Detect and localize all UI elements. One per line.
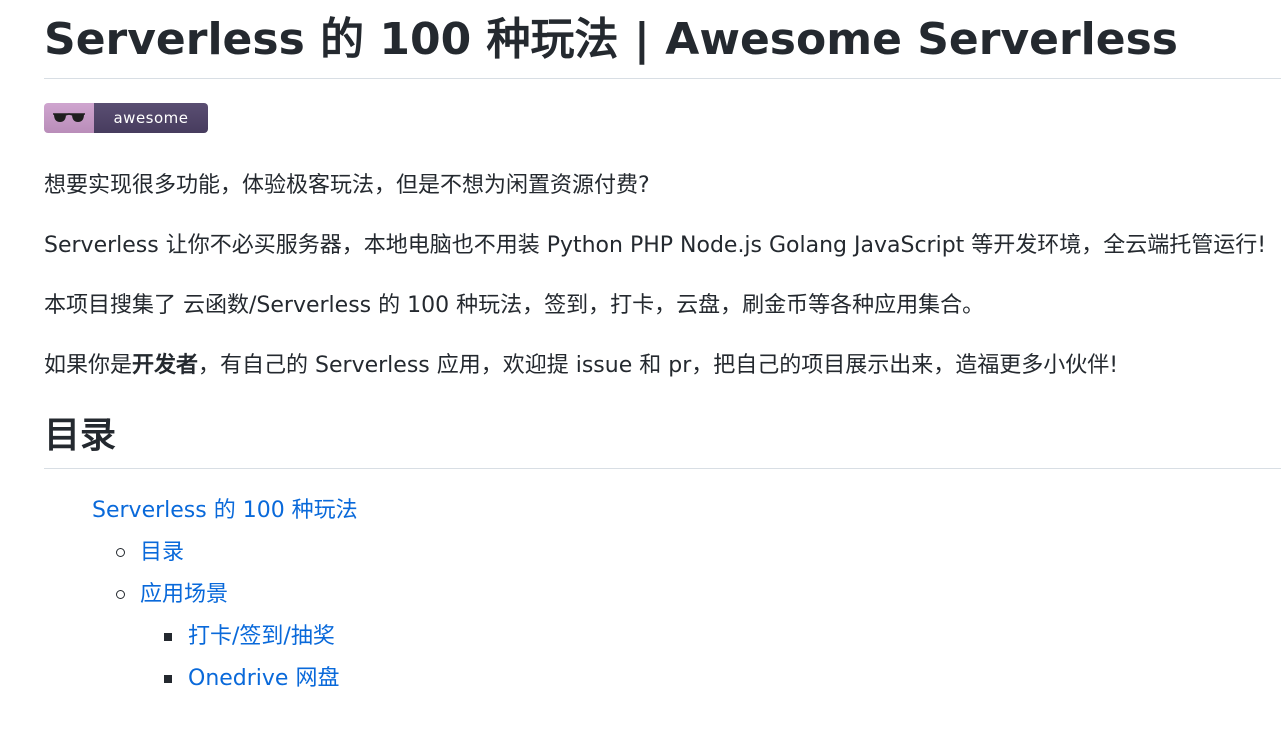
toc-heading: 目录 (44, 414, 1281, 469)
bullet-circle-icon (116, 548, 125, 557)
bullet-square-icon (164, 675, 172, 683)
badge-label: awesome (94, 103, 208, 133)
toc-link-onedrive[interactable]: Onedrive 网盘 (188, 666, 339, 691)
toc-item-level2: 应用场景 打卡/签到/抽奖 Onedrive 网盘 (116, 577, 1281, 697)
toc-list: Serverless 的 100 种玩法 目录 应用场景 打卡/签到/抽奖 On… (44, 493, 1281, 697)
intro-paragraph-3: 本项目搜集了 云函数/Serverless 的 100 种玩法，签到，打卡，云盘… (44, 293, 985, 318)
toc-item-level3: 打卡/签到/抽奖 (164, 619, 1281, 655)
toc-link-catalog[interactable]: 目录 (140, 540, 184, 565)
bullet-square-icon (164, 633, 172, 641)
readme-page: Serverless 的 100 种玩法 | Awesome Serverles… (0, 0, 1287, 731)
awesome-badge[interactable]: awesome (44, 103, 208, 133)
toc-link-checkin[interactable]: 打卡/签到/抽奖 (188, 624, 335, 649)
developer-bold-text: 开发者 (132, 353, 199, 378)
bullet-circle-icon (116, 590, 125, 599)
paragraph-4-text-after: ，有自己的 Serverless 应用，欢迎提 issue 和 pr，把自己的项… (198, 353, 1119, 378)
sunglasses-icon (44, 103, 94, 133)
toc-link-scenarios[interactable]: 应用场景 (140, 582, 228, 607)
toc-item-level1: Serverless 的 100 种玩法 目录 应用场景 打卡/签到/抽奖 On… (92, 493, 1281, 697)
toc-link-serverless-100[interactable]: Serverless 的 100 种玩法 (92, 498, 358, 523)
page-title: Serverless 的 100 种玩法 | Awesome Serverles… (44, 0, 1281, 79)
intro-paragraph-4: 如果你是开发者，有自己的 Serverless 应用，欢迎提 issue 和 p… (44, 348, 1281, 384)
intro-paragraph-2: Serverless 让你不必买服务器，本地电脑也不用装 Python PHP … (44, 233, 1267, 258)
toc-sublist-level3: 打卡/签到/抽奖 Onedrive 网盘 (140, 619, 1281, 697)
paragraph-4-text-before: 如果你是 (44, 353, 133, 378)
toc-item-level3: Onedrive 网盘 (164, 661, 1281, 697)
intro-paragraph-1: 想要实现很多功能，体验极客玩法，但是不想为闲置资源付费? (44, 173, 650, 198)
toc-sublist-level2: 目录 应用场景 打卡/签到/抽奖 Onedrive 网盘 (92, 535, 1281, 697)
toc-item-level2: 目录 (116, 535, 1281, 571)
